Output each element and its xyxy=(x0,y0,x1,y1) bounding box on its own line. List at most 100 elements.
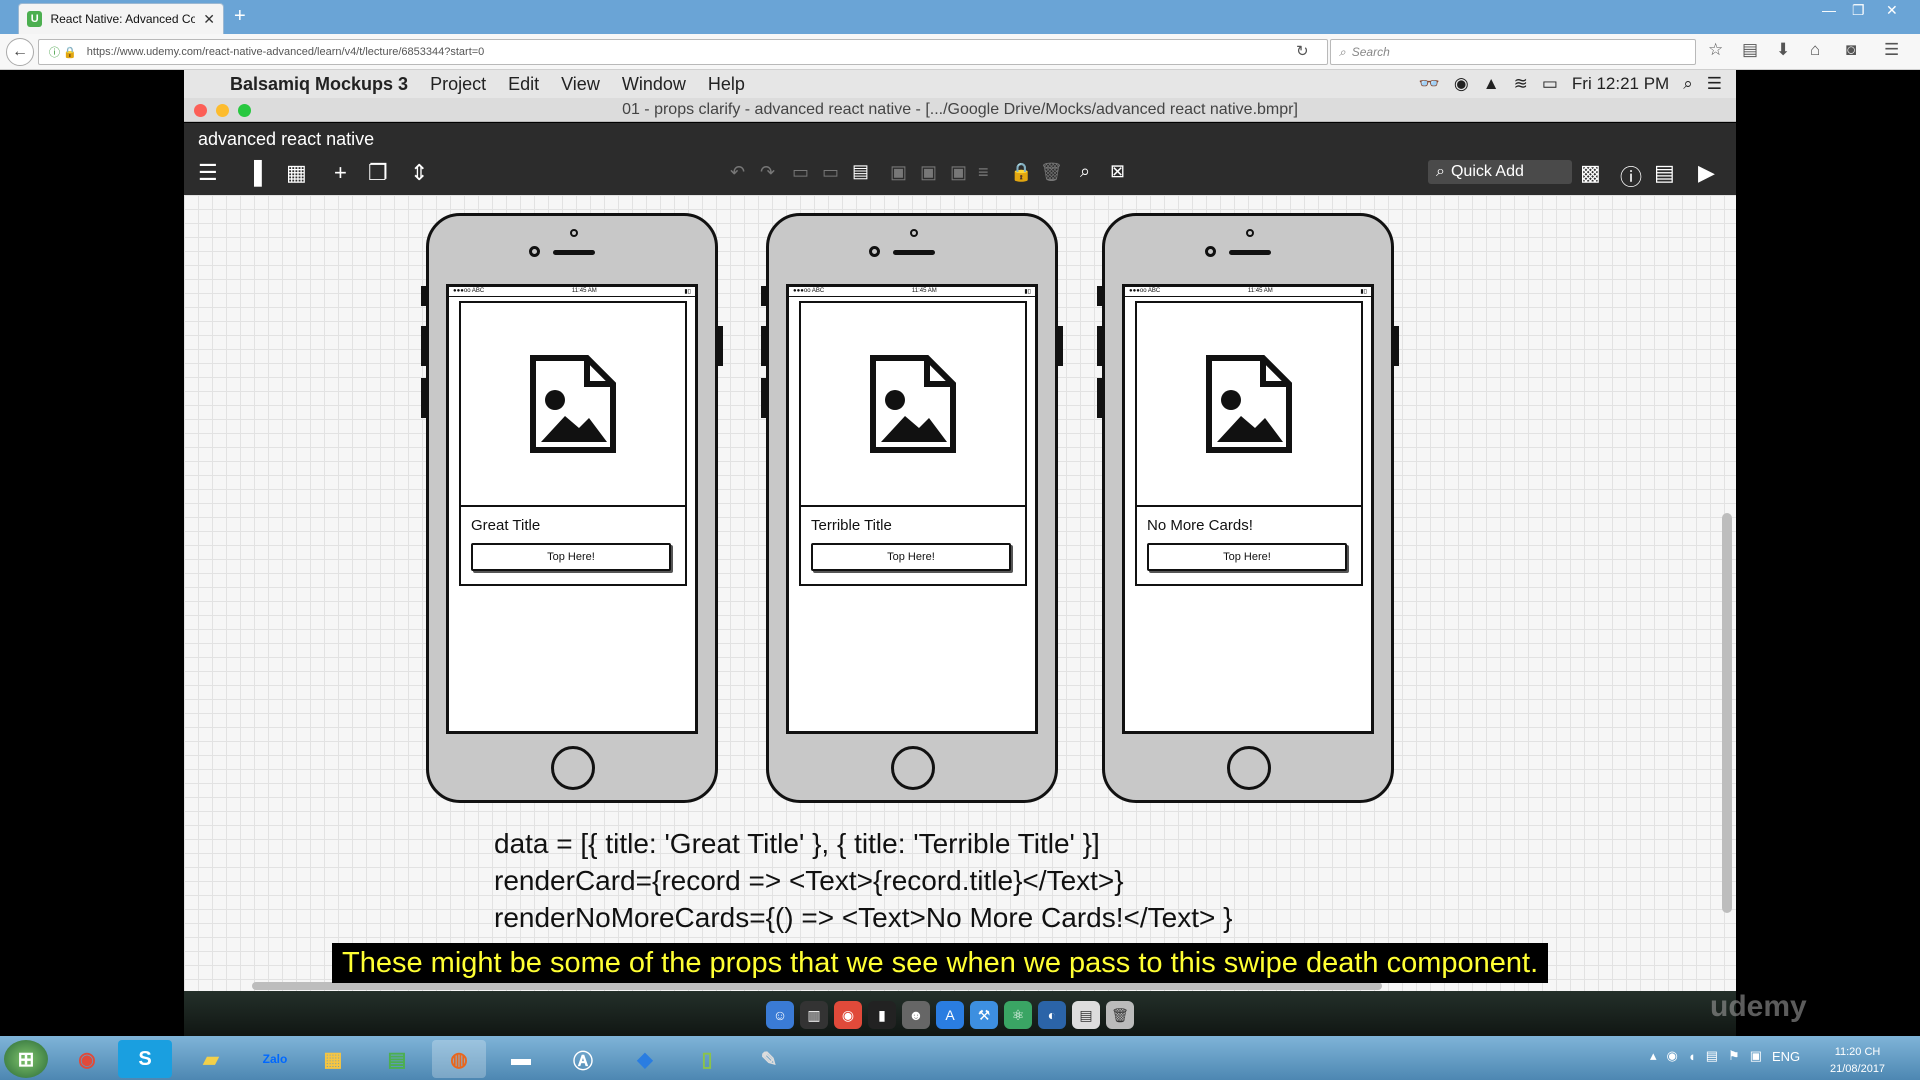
taskbar-folder-icon[interactable]: ▰ xyxy=(184,1040,238,1078)
lock-layer-icon[interactable]: 🔒 xyxy=(1010,162,1032,183)
taskbar-terminal-icon[interactable]: ▬ xyxy=(494,1040,548,1078)
glasses-icon[interactable]: 👓 xyxy=(1419,74,1440,94)
info-icon[interactable]: ⓘ xyxy=(1620,160,1642,192)
minimize-button[interactable]: — xyxy=(1822,2,1836,18)
reload-icon[interactable]: ↻ xyxy=(1296,42,1309,60)
fullscreen-icon[interactable]: ⊠ xyxy=(1110,161,1125,182)
minimize-light-icon[interactable] xyxy=(216,104,229,117)
close-light-icon[interactable] xyxy=(194,104,207,117)
battery-icon[interactable]: ▭ xyxy=(1542,74,1558,94)
card-button[interactable]: Top Here! xyxy=(471,543,671,571)
mockup-canvas[interactable]: ●●●oo ABC 11:45 AM ▮▯ Great Title Top He… xyxy=(184,195,1736,991)
card[interactable]: No More Cards! Top Here! xyxy=(1135,301,1363,586)
delete-icon[interactable]: 🗑 xyxy=(1040,162,1063,183)
menu-help[interactable]: Help xyxy=(708,74,745,95)
notes-icon[interactable]: ▤ xyxy=(1654,160,1675,186)
restore-button[interactable]: ❐ xyxy=(1852,2,1865,19)
arrange-icon[interactable]: ⇕ xyxy=(410,160,428,186)
undo-icon[interactable]: ↶ xyxy=(730,162,745,183)
menu-window[interactable]: Window xyxy=(622,74,686,95)
face-app-icon[interactable]: ☻ xyxy=(902,1001,930,1029)
document-icon[interactable]: ▤ xyxy=(1072,1001,1100,1029)
home-icon[interactable]: ⌂ xyxy=(1810,40,1820,60)
search-input[interactable]: ⌕ Search xyxy=(1330,39,1696,65)
wifi-icon[interactable]: ≋ xyxy=(1514,74,1528,94)
horizontal-scrollbar[interactable] xyxy=(252,982,1382,990)
presentation-icon[interactable]: ▶ xyxy=(1698,160,1715,186)
xcode-icon[interactable]: ⚒ xyxy=(970,1001,998,1029)
taskbar-skype-icon[interactable]: S xyxy=(118,1040,172,1078)
back-button[interactable]: ← xyxy=(6,38,34,66)
card-button[interactable]: Top Here! xyxy=(811,543,1011,571)
spotlight-icon[interactable]: ⌕ xyxy=(1683,74,1693,94)
phone-mockup[interactable]: ●●●oo ABC 11:45 AM ▮▯ No More Cards! Top… xyxy=(1097,213,1399,803)
start-button-icon[interactable]: ⊞ xyxy=(4,1040,48,1078)
menu-project[interactable]: Project xyxy=(430,74,486,95)
taskbar-explorer-icon[interactable]: ▦ xyxy=(306,1040,360,1078)
vertical-scrollbar[interactable] xyxy=(1722,513,1732,913)
tray-expand-icon[interactable]: ▴ xyxy=(1650,1048,1657,1064)
duplicate-icon[interactable]: ❐ xyxy=(368,160,388,186)
align-icon[interactable]: ≡ xyxy=(978,162,989,183)
mac-clock[interactable]: Fri 12:21 PM xyxy=(1572,74,1669,94)
record-icon[interactable]: ◉ xyxy=(1454,74,1469,94)
tray-app-icon[interactable]: ◉ xyxy=(1667,1048,1678,1064)
taskbar-chrome-icon[interactable]: ◉ xyxy=(60,1040,114,1078)
add-icon[interactable]: + xyxy=(334,160,347,186)
language-indicator[interactable]: ENG xyxy=(1772,1049,1800,1064)
taskbar-firefox-icon[interactable]: ◍ xyxy=(432,1040,486,1078)
redo-icon[interactable]: ↷ xyxy=(760,162,775,183)
volume-icon[interactable]: ◖ xyxy=(1688,1049,1696,1064)
app-store-icon[interactable]: A xyxy=(936,1001,964,1029)
finder-icon[interactable]: ☺ xyxy=(766,1001,794,1029)
phone-mockup[interactable]: ●●●oo ABC 11:45 AM ▮▯ Great Title Top He… xyxy=(421,213,723,803)
browser-icon[interactable]: ◐ xyxy=(1038,1001,1066,1029)
ungroup-icon[interactable]: ▣ xyxy=(920,162,937,183)
quick-add-input[interactable]: ⌕ Quick Add xyxy=(1428,160,1572,184)
media-library-icon[interactable]: ▩ xyxy=(1580,160,1601,186)
cut-icon[interactable]: ▭ xyxy=(822,162,839,183)
download-icon[interactable]: ⬇ xyxy=(1776,40,1790,60)
taskbar-notes-icon[interactable]: ▯ xyxy=(680,1040,734,1078)
phone-mockup[interactable]: ●●●oo ABC 11:45 AM ▮▯ Terrible Title Top… xyxy=(761,213,1063,803)
close-window-button[interactable]: ✕ xyxy=(1886,2,1898,19)
taskbar-vscode-icon[interactable]: ◆ xyxy=(618,1040,672,1078)
card-button[interactable]: Top Here! xyxy=(1147,543,1347,571)
taskbar-clock[interactable]: 11:20 CH 21/08/2017 xyxy=(1830,1044,1885,1078)
taskbar-app-icon[interactable]: Ⓐ xyxy=(556,1040,610,1078)
atom-icon[interactable]: ⚛ xyxy=(1004,1001,1032,1029)
taskbar-paint-icon[interactable]: ✎ xyxy=(742,1040,796,1078)
bookmark-star-icon[interactable]: ☆ xyxy=(1708,40,1723,60)
activity-monitor-icon[interactable]: ▥ xyxy=(800,1001,828,1029)
network-icon[interactable]: ▣ xyxy=(1750,1048,1762,1064)
copy-icon[interactable]: ▭ xyxy=(792,162,809,183)
pocket-icon[interactable]: ◙ xyxy=(1846,40,1856,60)
notification-icon[interactable]: ☰ xyxy=(1707,74,1722,94)
group-icon[interactable]: ▣ xyxy=(890,162,907,183)
card[interactable]: Terrible Title Top Here! xyxy=(799,301,1027,586)
paste-icon[interactable]: ▤ xyxy=(852,161,869,182)
single-view-icon[interactable]: ▌ xyxy=(254,160,270,186)
browser-tab[interactable]: U React Native: Advanced Con ✕ xyxy=(18,3,224,34)
tray-notes-icon[interactable]: ▤ xyxy=(1706,1048,1718,1064)
trash-icon[interactable]: 🗑 xyxy=(1106,1001,1134,1029)
taskbar-zalo-icon[interactable]: Zalo xyxy=(248,1040,302,1078)
bring-front-icon[interactable]: ▣ xyxy=(950,162,967,183)
terminal-icon[interactable]: ▮ xyxy=(868,1001,896,1029)
menu-icon[interactable]: ☰ xyxy=(1884,40,1899,60)
menu-view[interactable]: View xyxy=(561,74,600,95)
taskbar-spreadsheet-icon[interactable]: ▤ xyxy=(370,1040,424,1078)
new-tab-button[interactable]: + xyxy=(234,5,246,28)
find-icon[interactable]: ⌕ xyxy=(1080,161,1090,182)
zoom-light-icon[interactable] xyxy=(238,104,251,117)
tab-close-icon[interactable]: ✕ xyxy=(203,11,215,28)
url-bar[interactable]: ⓘ 🔒 https://www.udemy.com/react-native-a… xyxy=(38,39,1328,65)
reading-list-icon[interactable]: ▤ xyxy=(1742,40,1758,60)
drive-icon[interactable]: ▲ xyxy=(1483,74,1500,94)
code-text[interactable]: data = [{ title: 'Great Title' }, { titl… xyxy=(494,825,1232,936)
chrome-icon[interactable]: ◉ xyxy=(834,1001,862,1029)
card[interactable]: Great Title Top Here! xyxy=(459,301,687,586)
flag-icon[interactable]: ⚑ xyxy=(1728,1048,1740,1064)
app-name[interactable]: Balsamiq Mockups 3 xyxy=(230,74,408,95)
grid-view-icon[interactable]: ▦ xyxy=(286,160,307,186)
